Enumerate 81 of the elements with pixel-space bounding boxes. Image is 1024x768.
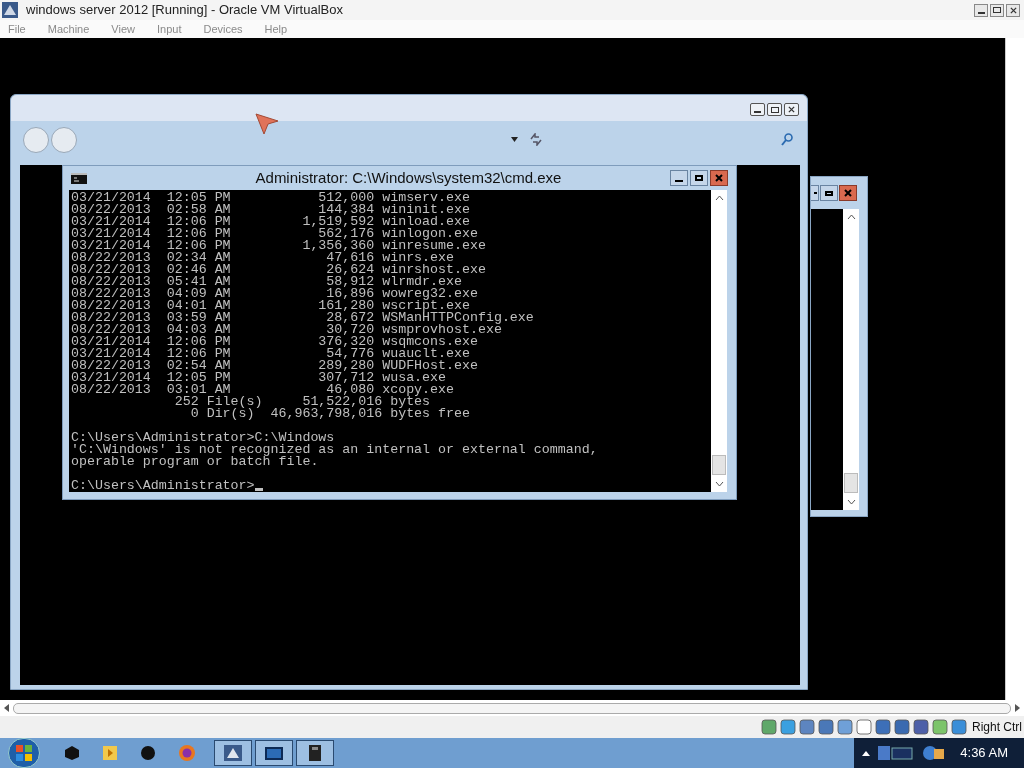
menu-item[interactable]: Input (156, 20, 182, 38)
scroll-left-icon[interactable] (4, 704, 9, 712)
console-title: Administrator: C:\Windows\system32\cmd.exe (254, 167, 562, 188)
console-line: C:\Users\Administrator>C:\Windows (71, 432, 335, 444)
scroll-thumb[interactable] (712, 455, 726, 475)
console-line: 08/22/2013 04:03 AM 30,720 wsmprovhost.exe (71, 324, 502, 336)
console-line: 252 File(s) 51,522,016 bytes (173, 396, 431, 408)
virtualbox-icon (224, 745, 242, 761)
console-line: 08/22/2013 02:58 AM 144,384 wininit.exe (71, 204, 470, 216)
console-line: 08/22/2013 02:46 AM 26,624 winrshost.exe (71, 264, 486, 276)
menu-item[interactable]: View (111, 20, 135, 38)
close-button[interactable] (839, 185, 857, 201)
console-line: 08/22/2013 02:54 AM 289,280 WUDFHost.exe (71, 360, 478, 372)
device-icon (309, 745, 321, 761)
close-icon (715, 174, 723, 182)
menu-item[interactable]: Devices (203, 20, 243, 38)
minimize-button[interactable] (974, 3, 988, 17)
search-icon[interactable] (781, 133, 793, 146)
taskbar-window-button[interactable] (214, 740, 252, 766)
scroll-down-icon[interactable] (714, 481, 724, 487)
host-key-label: Right Ctrl (972, 719, 1022, 736)
text-cursor (254, 488, 263, 491)
maximize-button[interactable] (690, 170, 708, 186)
scroll-up-icon[interactable] (714, 195, 724, 201)
clock[interactable]: 4:36 AM (960, 743, 1008, 763)
refresh-icon[interactable] (529, 133, 543, 146)
console-line: 08/22/2013 03:01 AM 46,080 xcopy.exe (71, 384, 454, 396)
console-line: 'C:\Windows' is not recognized as an internal or external command, (71, 444, 598, 456)
taskbar-window-button[interactable] (255, 740, 293, 766)
show-hidden-icons-icon[interactable] (862, 750, 871, 756)
scroll-thumb[interactable] (13, 702, 1011, 714)
monitor-icon (265, 746, 283, 760)
console-line: 03/21/2014 12:05 PM 307,712 wusa.exe (71, 372, 447, 384)
maximize-button[interactable] (820, 185, 838, 201)
close-button[interactable] (784, 103, 799, 116)
windows-logo-icon (16, 745, 32, 761)
console-icon (71, 172, 87, 184)
scrollbar[interactable] (843, 209, 859, 510)
console-line: operable program or batch file. (71, 456, 319, 468)
close-icon (788, 106, 795, 113)
minimize-button[interactable] (670, 170, 688, 186)
console-line: 08/22/2013 02:34 AM 47,616 winrs.exe (71, 252, 454, 264)
virtualbox-icon (2, 2, 18, 18)
minimize-button[interactable] (750, 103, 765, 116)
console-line: 03/21/2014 12:06 PM 1,519,592 winload.exe (71, 216, 470, 228)
console-line: 08/22/2013 04:09 AM 16,896 wowreg32.exe (71, 288, 478, 300)
console-line: 0 Dir(s) 46,963,798,016 bytes free (189, 408, 470, 420)
console-line: C:\Users\Administrator> (71, 480, 255, 492)
scroll-right-icon[interactable] (1015, 704, 1020, 712)
monitor-icon[interactable] (878, 745, 915, 761)
menu-item[interactable]: Machine (47, 20, 90, 38)
console-line: 08/22/2013 04:01 AM 161,280 wscript.exe (71, 300, 470, 312)
console-line: 03/21/2014 12:06 PM 1,356,360 winresume.exe (71, 240, 486, 252)
horizontal-scrollbar[interactable] (0, 700, 1024, 716)
scroll-up-icon[interactable] (846, 214, 856, 220)
close-button[interactable] (1006, 3, 1020, 17)
console-line: 08/22/2013 05:41 AM 58,912 wlrmdr.exe (71, 276, 462, 288)
close-icon (844, 189, 852, 197)
start-button[interactable] (8, 738, 40, 768)
close-button[interactable] (710, 170, 728, 186)
menu-item[interactable]: Help (264, 20, 288, 38)
close-icon (1009, 6, 1017, 14)
taskbar-window-button[interactable] (296, 740, 334, 766)
minimize-button[interactable] (811, 185, 819, 201)
maximize-button[interactable] (990, 3, 1004, 17)
console-line: 08/22/2013 03:59 AM 28,672 WSManHTTPConfig.exe (71, 312, 534, 324)
circle-icon[interactable] (140, 745, 156, 761)
scroll-down-icon[interactable] (846, 499, 856, 505)
window-title: windows server 2012 [Running] - Oracle VM VirtualBox (26, 1, 343, 20)
maximize-button[interactable] (767, 103, 782, 116)
browser-icon[interactable] (178, 744, 196, 762)
console-line: 03/21/2014 12:06 PM 376,320 wsqmcons.exe (71, 336, 478, 348)
cube-icon[interactable] (64, 745, 80, 761)
menu-item[interactable]: File (8, 20, 26, 38)
scrollbar[interactable] (711, 190, 727, 492)
pointer-icon (255, 113, 279, 135)
scroll-thumb[interactable] (844, 473, 858, 493)
dropdown-icon[interactable] (511, 137, 518, 142)
console-line: 03/21/2014 12:06 PM 562,176 winlogon.exe (71, 228, 478, 240)
console-line: 03/21/2014 12:06 PM 54,776 wuauclt.exe (71, 348, 470, 360)
console-line: 03/21/2014 12:05 PM 512,000 wimserv.exe (71, 192, 470, 204)
